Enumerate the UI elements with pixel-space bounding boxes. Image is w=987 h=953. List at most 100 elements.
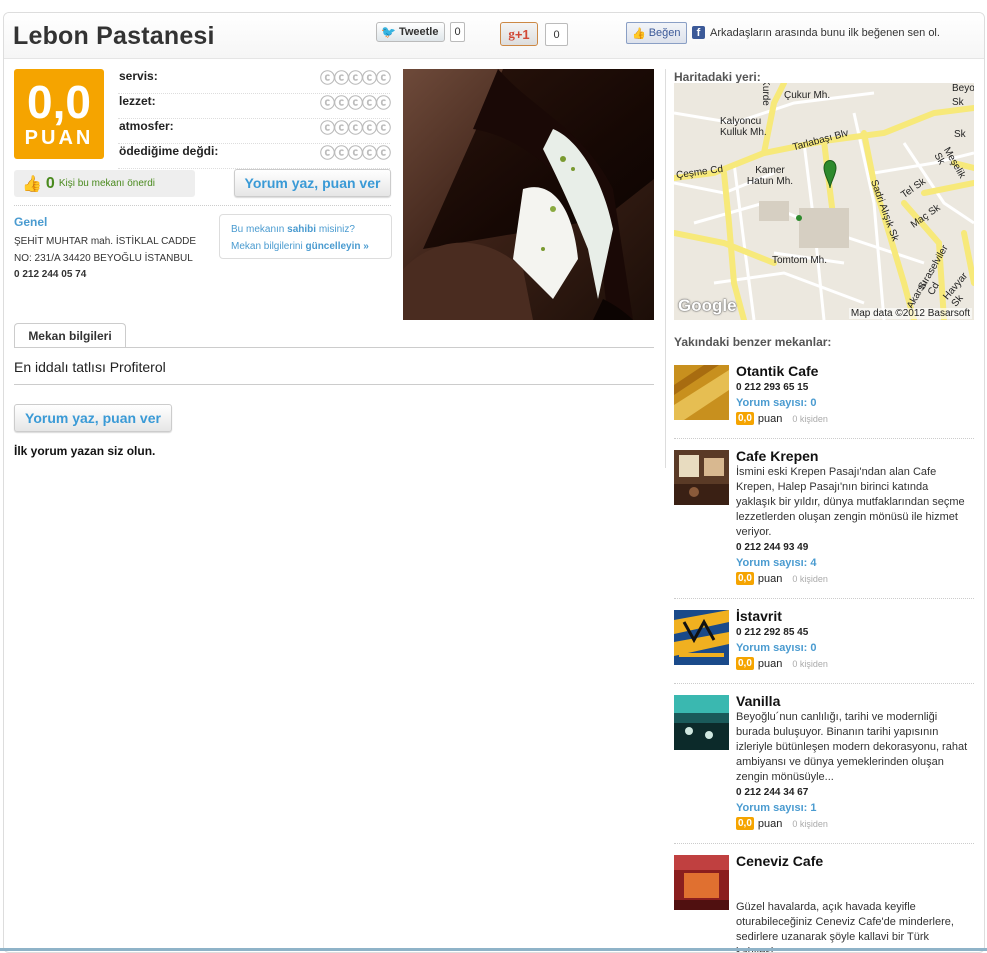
place-description: Beyoğlu´nun canlılığı, tarihi ve modernl… bbox=[736, 711, 968, 783]
divider bbox=[674, 598, 974, 599]
place-score: 0,0 puan 0 kişiden bbox=[736, 657, 828, 670]
rating-apples-icon[interactable]: ⓒⓒⓒⓒⓒ bbox=[320, 92, 391, 113]
location-map[interactable]: Çukur Mh. Kalyoncu Kulluk Mh. Tarlabaşı … bbox=[674, 83, 974, 320]
address-line1: ŞEHİT MUHTAR mah. İSTİKLAL CADDE bbox=[14, 236, 197, 247]
place-name[interactable]: Ceneviz Cafe bbox=[736, 853, 823, 869]
nearby-title: Yakındaki benzer mekanlar: bbox=[674, 335, 832, 349]
write-review-button[interactable]: Yorum yaz, puan ver bbox=[14, 404, 172, 432]
divider bbox=[14, 384, 654, 385]
tweet-label: Tweetle bbox=[398, 26, 439, 38]
rating-label: ödediğime değdi: bbox=[119, 144, 219, 158]
rating-apples-icon[interactable]: ⓒⓒⓒⓒⓒ bbox=[320, 67, 391, 88]
recommend-count: 0 bbox=[45, 174, 55, 192]
place-review-count[interactable]: Yorum sayısı: 0 bbox=[736, 397, 817, 409]
place-thumbnail[interactable] bbox=[674, 365, 729, 420]
header: Lebon Pastanesi 🐦 Tweetle 0 g +1 0 👍 Beğ… bbox=[4, 13, 984, 59]
place-review-count[interactable]: Yorum sayısı: 1 bbox=[736, 802, 817, 814]
rating-label: lezzet: bbox=[119, 94, 156, 108]
map-label: Beyoğ bbox=[952, 83, 974, 94]
facebook-icon: f bbox=[692, 26, 705, 39]
place-phone: 0 212 292 85 45 bbox=[736, 627, 809, 638]
divider bbox=[674, 438, 974, 439]
divider bbox=[674, 843, 974, 844]
list-item-ceneviz-cafe[interactable]: Ceneviz Cafe Güzel havalarda, açık havad… bbox=[674, 853, 974, 952]
map-label: Çukur Mh. bbox=[784, 90, 831, 101]
thumbs-up-icon: 👍 bbox=[22, 175, 42, 193]
gplus-label: +1 bbox=[514, 26, 530, 42]
like-label: Beğen bbox=[648, 27, 681, 39]
phone: 0 212 244 05 74 bbox=[14, 269, 87, 280]
score-value: 0,0 bbox=[27, 76, 91, 128]
place-phone: 0 212 244 34 67 bbox=[736, 787, 809, 798]
rating-row-servis: servis: ⓒⓒⓒⓒⓒ bbox=[118, 67, 391, 94]
rating-apples-icon[interactable]: ⓒⓒⓒⓒⓒ bbox=[320, 142, 391, 163]
map-label: Tomtom Mh. bbox=[772, 255, 828, 266]
recommend-box[interactable]: 👍 0 Kişi bu mekanı önerdi bbox=[14, 170, 195, 197]
address-line2: NO: 231/A 34420 BEYOĞLU İSTANBUL bbox=[14, 253, 193, 264]
place-thumbnail[interactable] bbox=[674, 450, 729, 505]
rating-row-lezzet: lezzet: ⓒⓒⓒⓒⓒ bbox=[118, 92, 391, 119]
map-label: Sk bbox=[952, 97, 964, 108]
update-info-link[interactable]: Mekan bilgilerini güncelleyin » bbox=[231, 238, 391, 255]
divider bbox=[14, 205, 391, 206]
column-divider bbox=[665, 69, 666, 468]
first-review-prompt: İlk yorum yazan siz olun. bbox=[14, 444, 156, 458]
rating-label: atmosfer: bbox=[119, 119, 174, 133]
venue-photo[interactable] bbox=[403, 69, 654, 320]
place-review-count[interactable]: Yorum sayısı: 4 bbox=[736, 557, 817, 569]
gplus-count: 0 bbox=[545, 23, 568, 46]
owner-question[interactable]: Bu mekanın sahibi misiniz? bbox=[231, 221, 391, 238]
place-name[interactable]: İstavrit bbox=[736, 608, 782, 624]
tab-divider bbox=[14, 347, 654, 348]
place-thumbnail[interactable] bbox=[674, 610, 729, 665]
place-name[interactable]: Vanilla bbox=[736, 693, 780, 709]
google-plus-button[interactable]: g +1 bbox=[500, 22, 538, 46]
twitter-bird-icon: 🐦 bbox=[381, 25, 396, 39]
page-title: Lebon Pastanesi bbox=[13, 22, 215, 50]
tab-mekan-bilgileri[interactable]: Mekan bilgileri bbox=[14, 323, 126, 348]
rating-apples-icon[interactable]: ⓒⓒⓒⓒⓒ bbox=[320, 117, 391, 138]
list-item-istavrit[interactable]: İstavrit 0 212 292 85 45 Yorum sayısı: 0… bbox=[674, 608, 974, 670]
bottom-border bbox=[0, 948, 987, 951]
place-phone: 0 212 244 93 49 bbox=[736, 542, 809, 553]
place-score: 0,0 puan 0 kişiden bbox=[736, 572, 828, 585]
rating-row-atmosfer: atmosfer: ⓒⓒⓒⓒⓒ bbox=[118, 117, 391, 144]
map-label: Sk bbox=[954, 129, 966, 140]
place-review-count[interactable]: Yorum sayısı: 0 bbox=[736, 642, 817, 654]
thumbs-up-icon: 👍 bbox=[632, 27, 646, 40]
recommend-text: Kişi bu mekanı önerdi bbox=[58, 178, 155, 189]
tweet-count: 0 bbox=[450, 22, 465, 42]
map-label: Kurde bbox=[759, 83, 771, 106]
map-label: Kalyoncu Kulluk Mh. bbox=[720, 116, 767, 138]
facebook-like-text: Arkadaşların arasında bunu ilk beğenen s… bbox=[710, 27, 940, 39]
place-phone: 0 212 293 65 15 bbox=[736, 382, 809, 393]
list-item-cafe-krepen[interactable]: Cafe Krepen İsmini eski Krepen Pasajı'nd… bbox=[674, 448, 974, 590]
place-name[interactable]: Cafe Krepen bbox=[736, 448, 818, 464]
map-attribution: Map data ©2012 Basarsoft bbox=[848, 308, 972, 319]
place-thumbnail[interactable] bbox=[674, 855, 729, 910]
score-label: PUAN bbox=[24, 127, 94, 149]
rating-row-value: ödediğime değdi: ⓒⓒⓒⓒⓒ bbox=[118, 142, 391, 169]
place-thumbnail[interactable] bbox=[674, 695, 729, 750]
google-logo: Google bbox=[678, 296, 737, 315]
place-description: Güzel havalarda, açık havada keyifle otu… bbox=[736, 901, 954, 952]
rating-label: servis: bbox=[119, 69, 158, 83]
page-container: Lebon Pastanesi 🐦 Tweetle 0 g +1 0 👍 Beğ… bbox=[3, 12, 985, 953]
divider bbox=[674, 683, 974, 684]
owner-box[interactable]: Bu mekanın sahibi misiniz? Mekan bilgile… bbox=[219, 214, 392, 259]
place-name[interactable]: Otantik Cafe bbox=[736, 363, 818, 379]
write-review-button-top[interactable]: Yorum yaz, puan ver bbox=[234, 169, 391, 197]
list-item-otantik-cafe[interactable]: Otantik Cafe 0 212 293 65 15 Yorum sayıs… bbox=[674, 363, 974, 425]
list-item-vanilla[interactable]: Vanilla Beyoğlu´nun canlılığı, tarihi ve… bbox=[674, 693, 974, 835]
place-score: 0,0 puan 0 kişiden bbox=[736, 817, 828, 830]
info-section-title[interactable]: Genel bbox=[14, 215, 47, 229]
map-label: Kamer Hatun Mh. bbox=[746, 165, 794, 187]
tweet-button[interactable]: 🐦 Tweetle bbox=[376, 22, 446, 42]
venue-description: En iddalı tatlısı Profiterol bbox=[14, 359, 166, 375]
facebook-like-button[interactable]: 👍 Beğen bbox=[626, 22, 687, 44]
place-score: 0,0 puan 0 kişiden bbox=[736, 412, 828, 425]
map-title: Haritadaki yeri: bbox=[674, 70, 761, 84]
address: ŞEHİT MUHTAR mah. İSTİKLAL CADDE NO: 231… bbox=[14, 233, 219, 267]
place-description: İsmini eski Krepen Pasajı'ndan alan Cafe… bbox=[736, 466, 965, 538]
score-box: 0,0 PUAN bbox=[14, 69, 104, 159]
